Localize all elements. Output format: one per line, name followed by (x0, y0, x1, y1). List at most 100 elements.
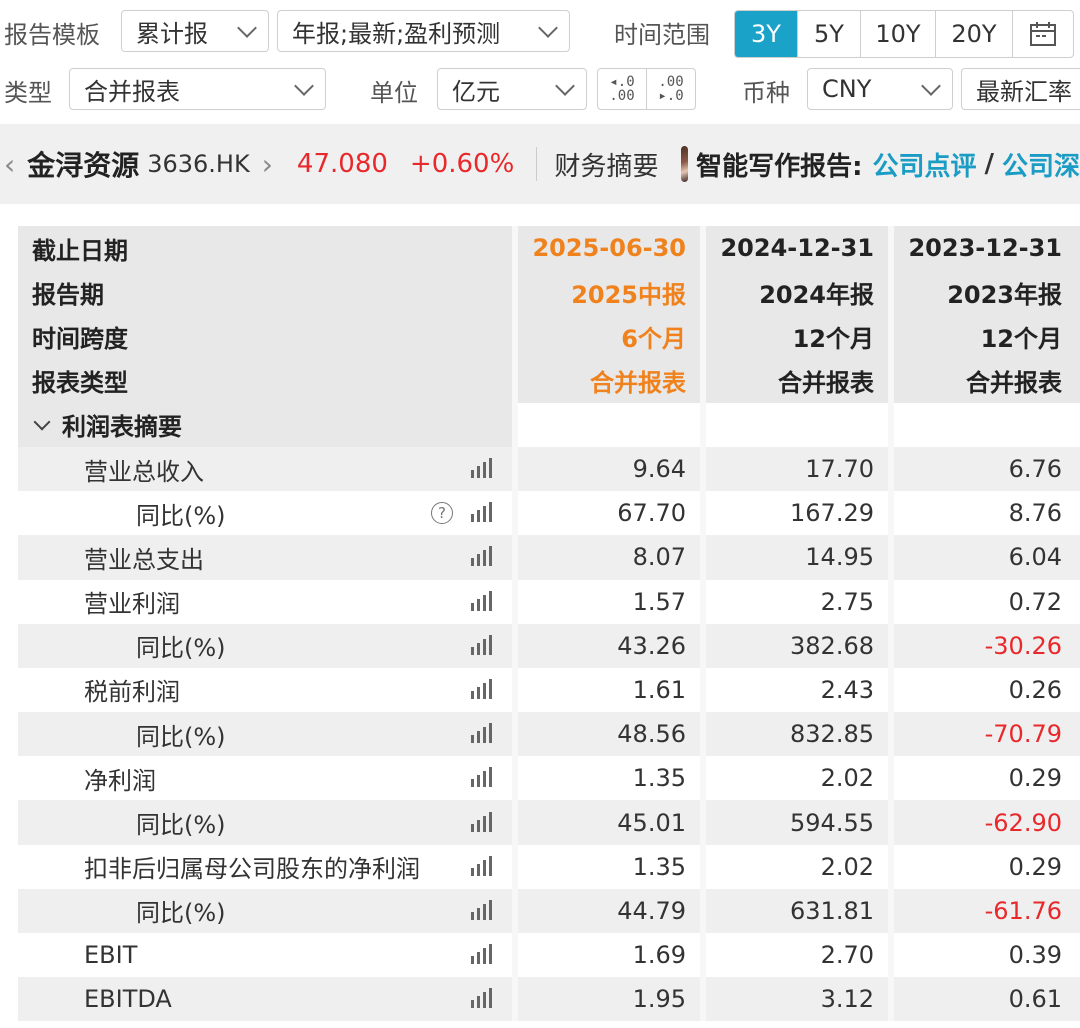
value-cell: 17.70 (805, 455, 874, 484)
value-cell: 594.55 (790, 808, 874, 837)
row-label: EBIT (84, 941, 138, 970)
toolbar-row-1: 报告模板 累计报 年报;最新;盈利预测 时间范围 3Y 5Y 10Y 20Y (0, 4, 1080, 60)
bar-chart-icon[interactable] (471, 678, 492, 699)
bar-chart-icon[interactable] (471, 944, 492, 965)
rate-select[interactable]: 最新汇率 (961, 68, 1080, 110)
row-label: 营业总支出 (84, 545, 204, 574)
value-cell: 9.64 (632, 455, 686, 484)
header-cell: 2025中报 (571, 280, 686, 309)
section-header[interactable]: 利润表摘要 (18, 402, 512, 447)
row-label: 同比(%) (136, 501, 226, 530)
value-cell: 0.72 (1008, 587, 1062, 616)
stock-name[interactable]: 金浔资源 (27, 144, 139, 184)
unit-select[interactable]: 亿元 (437, 68, 587, 110)
header-row: 截止日期 2025-06-30 2024-12-31 2023-12-31 (18, 226, 1080, 271)
table-row: 营业总支出 8.07 14.95 6.04 (18, 535, 1080, 580)
report-select[interactable]: 年报;最新;盈利预测 (277, 10, 570, 52)
row-label-cell: 营业总支出 (18, 535, 512, 579)
table-row: EBIT 1.69 2.70 0.39 (18, 933, 1080, 978)
range-option-20y[interactable]: 20Y (936, 11, 1013, 57)
decrease-decimal-icon: ◂.0.00 (609, 74, 635, 104)
value-cell: 2.70 (820, 941, 874, 970)
type-select-value: 合并报表 (84, 77, 180, 106)
template-label: 报告模板 (4, 20, 100, 49)
unit-select-value: 亿元 (452, 77, 500, 106)
value-cell: -61.76 (984, 896, 1062, 925)
range-option-3y[interactable]: 3Y (735, 11, 798, 57)
header-cell: 合并报表 (778, 369, 874, 398)
help-icon[interactable]: ? (431, 502, 453, 525)
type-select[interactable]: 合并报表 (69, 68, 326, 110)
row-label-cell: 税前利润 (18, 668, 512, 712)
bar-chart-icon[interactable] (471, 590, 492, 611)
value-cell: 832.85 (790, 720, 874, 749)
bar-chart-icon[interactable] (471, 811, 492, 832)
header-cell: 12个月 (980, 324, 1062, 353)
table-row: 扣非后归属母公司股东的净利润 1.35 2.02 0.29 (18, 844, 1080, 889)
increase-decimal-icon: .00 ▸.0 (658, 74, 684, 104)
bar-chart-icon[interactable] (471, 988, 492, 1009)
value-cell: 2.75 (820, 587, 874, 616)
unit-label: 单位 (370, 78, 418, 107)
value-cell: 0.61 (1008, 985, 1062, 1014)
bar-chart-icon[interactable] (471, 767, 492, 788)
value-cell: 6.04 (1008, 543, 1062, 572)
increase-decimal-button[interactable]: .00 ▸.0 (646, 68, 696, 110)
section-row[interactable]: 利润表摘要 (18, 402, 1080, 447)
decrease-decimal-button[interactable]: ◂.0.00 (597, 68, 647, 110)
stock-code: 3636.HK (147, 150, 250, 178)
chevron-down-icon (294, 76, 314, 96)
currency-select-value: CNY (822, 75, 872, 103)
bar-chart-icon[interactable] (471, 546, 492, 567)
avatar (680, 146, 689, 182)
header-cell: 2023年报 (947, 280, 1062, 309)
currency-select[interactable]: CNY (807, 68, 953, 110)
value-cell: 8.07 (632, 543, 686, 572)
value-cell: 1.35 (632, 764, 686, 793)
table-row: 同比(%)? 67.70 167.29 8.76 (18, 491, 1080, 536)
toolbar-row-2: 类型 合并报表 单位 亿元 ◂.0.00 .00 ▸.0 币种 CNY 最新汇率 (0, 62, 1080, 118)
bar-chart-icon[interactable] (471, 723, 492, 744)
header-cell: 2024年报 (759, 280, 874, 309)
table-row: 同比(%) 45.01 594.55 -62.90 (18, 800, 1080, 845)
section-title: 利润表摘要 (62, 413, 182, 442)
header-cell: 6个月 (621, 324, 686, 353)
header-row: 时间跨度 6个月 12个月 12个月 (18, 314, 1080, 359)
value-cell: 6.76 (1008, 455, 1062, 484)
bar-chart-icon[interactable] (471, 634, 492, 655)
value-cell: 0.39 (1008, 941, 1062, 970)
row-label: EBITDA (84, 985, 172, 1014)
bar-chart-icon[interactable] (471, 899, 492, 920)
row-label: 净利润 (84, 766, 156, 795)
stock-change: +0.60% (409, 149, 515, 179)
value-cell: 1.69 (632, 941, 686, 970)
template-select[interactable]: 累计报 (121, 10, 269, 52)
calendar-button[interactable] (1013, 11, 1073, 57)
bar-chart-icon[interactable] (471, 502, 492, 523)
chevron-right-icon[interactable]: › (262, 148, 273, 181)
row-label: 同比(%) (136, 722, 226, 751)
row-label: 营业利润 (84, 590, 180, 619)
value-cell: 0.26 (1008, 675, 1062, 704)
chevron-down-icon (555, 76, 575, 96)
header-cell: 2024-12-31 (720, 234, 874, 263)
range-option-5y[interactable]: 5Y (798, 11, 861, 57)
chevron-down-icon[interactable] (33, 413, 51, 431)
bar-chart-icon[interactable] (471, 855, 492, 876)
table-row: 净利润 1.35 2.02 0.29 (18, 756, 1080, 801)
table-row: 同比(%) 48.56 832.85 -70.79 (18, 712, 1080, 757)
value-cell: 0.29 (1008, 764, 1062, 793)
company-deep-link[interactable]: 公司深 (1002, 146, 1080, 183)
row-label-cell: 同比(%) (18, 800, 512, 844)
company-review-link[interactable]: 公司点评 (872, 146, 976, 183)
table-row: EBITDA 1.95 3.12 0.61 (18, 977, 1080, 1022)
bar-chart-icon[interactable] (471, 458, 492, 479)
section-empty-cell (518, 402, 700, 447)
report-select-value: 年报;最新;盈利预测 (292, 19, 501, 48)
chevron-left-icon[interactable]: ‹ (4, 148, 15, 181)
value-cell: 0.29 (1008, 852, 1062, 881)
value-cell: 2.02 (820, 764, 874, 793)
table-row: 营业总收入 9.64 17.70 6.76 (18, 446, 1080, 492)
range-option-10y[interactable]: 10Y (861, 11, 936, 57)
stock-info-bar: ‹ 金浔资源 3636.HK › 47.080 +0.60% 财务摘要 智能写作… (0, 124, 1080, 204)
